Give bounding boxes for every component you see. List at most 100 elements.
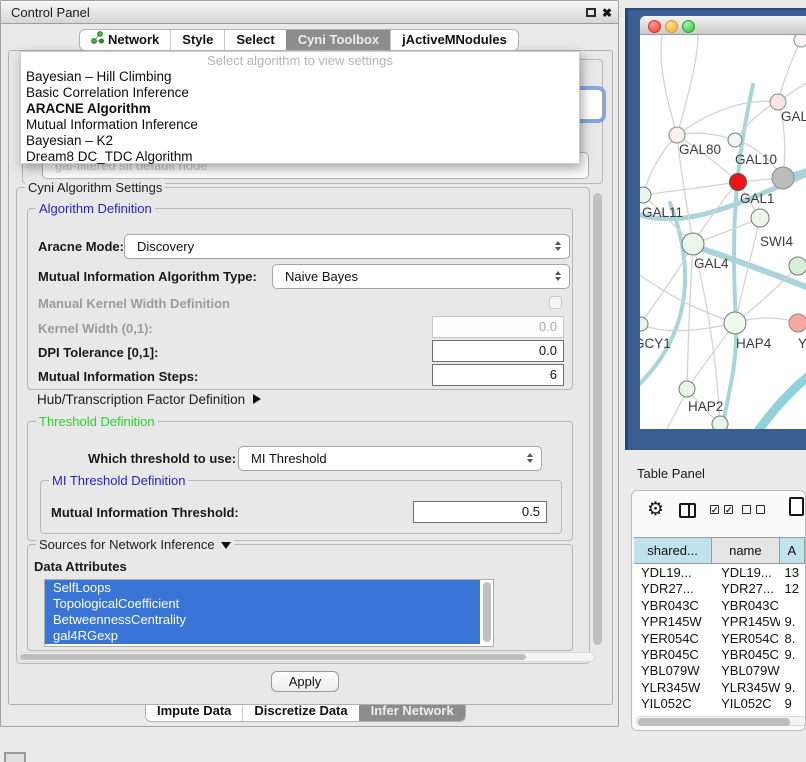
float-window-icon[interactable] — [586, 8, 596, 17]
network-node-gal[interactable] — [770, 94, 786, 110]
aracne-mode-combobox[interactable]: Discovery — [124, 234, 570, 259]
table-cell[interactable]: 12 — [780, 581, 805, 597]
hub-definition-expander[interactable]: Hub/Transcription Factor Definition — [37, 391, 261, 409]
gear-icon[interactable]: ⚙ — [647, 499, 664, 521]
dropdown-item[interactable]: Bayesian – Hill Climbing — [21, 69, 579, 85]
select-all-checkbox-icon[interactable]: ✓ — [710, 505, 719, 514]
network-edge[interactable] — [677, 35, 698, 135]
table-cell[interactable]: YLR345W — [634, 680, 712, 696]
table-cell[interactable]: YBR045C — [634, 647, 712, 663]
apply-button[interactable]: Apply — [271, 671, 339, 692]
dropdown-item[interactable]: Mutual Information Inference — [21, 117, 579, 133]
network-edge[interactable] — [677, 101, 778, 135]
dropdown-item[interactable]: Bayesian – K2 — [21, 133, 579, 149]
zoom-traffic-light[interactable] — [682, 20, 695, 33]
tab-style[interactable]: Style — [170, 30, 224, 50]
table-cell[interactable]: 9. — [780, 614, 805, 630]
table-row[interactable]: YBL079WYBL079W — [634, 663, 805, 679]
table-row[interactable]: YBR045CYBR045C9. — [634, 647, 805, 663]
attribute-item[interactable]: BetweennessCentrality — [45, 612, 480, 628]
table-cell[interactable]: YDL19... — [634, 565, 712, 581]
mi-threshold-field[interactable]: 0.5 — [413, 501, 547, 523]
table-cell[interactable] — [780, 663, 805, 679]
sources-group-title[interactable]: Sources for Network Inference — [36, 537, 234, 552]
network-node-hap4[interactable] — [724, 312, 746, 334]
network-node[interactable] — [794, 35, 806, 47]
column-header-cut[interactable]: A — [780, 538, 805, 563]
table-cell[interactable]: YER054C — [634, 631, 712, 647]
network-node[interactable] — [772, 167, 794, 189]
table-row[interactable]: YPR145WYPR145W9. — [634, 614, 805, 630]
table-cell[interactable]: YBL079W — [712, 663, 779, 679]
network-window-titlebar[interactable] — [640, 16, 806, 35]
table-cell[interactable]: 9. — [780, 680, 805, 696]
document-icon[interactable] — [789, 497, 804, 516]
table-cell[interactable]: YPR145W — [634, 614, 712, 630]
table-cell[interactable]: YDR27... — [634, 581, 712, 597]
network-node-gal11[interactable] — [640, 187, 651, 203]
table-row[interactable]: YLR345WYLR345W9. — [634, 680, 805, 696]
network-node-y[interactable] — [789, 314, 806, 332]
table-cell[interactable]: YDR27... — [712, 581, 779, 597]
list-vertical-scrollbar[interactable] — [483, 582, 491, 642]
network-node-swi4[interactable] — [751, 209, 769, 227]
settings-vertical-scrollbar[interactable] — [593, 193, 602, 645]
dropdown-item[interactable]: Basic Correlation Inference — [21, 85, 579, 101]
table-cell[interactable]: 9. — [780, 647, 805, 663]
table-row[interactable]: YDR27...YDR27...12 — [634, 581, 805, 597]
network-edge[interactable] — [778, 40, 801, 102]
network-edge[interactable] — [687, 244, 693, 389]
settings-horizontal-scrollbar[interactable] — [18, 652, 595, 662]
deselect-checkbox-icon[interactable] — [742, 505, 751, 514]
columns-icon[interactable] — [679, 503, 696, 518]
deselect-checkbox-icon[interactable] — [756, 505, 765, 514]
dpi-tolerance-field[interactable]: 0.0 — [432, 340, 564, 362]
network-node-gal10[interactable] — [728, 133, 742, 147]
network-edge[interactable] — [661, 35, 677, 135]
column-header-name[interactable]: name — [712, 538, 779, 563]
column-header-shared-name[interactable]: shared... — [634, 538, 712, 563]
control-panel-titlebar[interactable]: Control Panel ✖ — [1, 1, 618, 24]
network-edge[interactable] — [758, 371, 806, 429]
tab-select[interactable]: Select — [224, 30, 285, 50]
attribute-item[interactable]: gal4RGexp — [45, 628, 480, 644]
network-node-gal1[interactable] — [730, 174, 747, 191]
table-cell[interactable]: YBR045C — [712, 647, 779, 663]
table-cell[interactable]: YBL079W — [634, 663, 712, 679]
close-icon[interactable]: ✖ — [602, 4, 612, 22]
network-node-gal80[interactable] — [669, 127, 685, 143]
table-row[interactable]: YBR043CYBR043C — [634, 598, 805, 614]
network-node-hap2[interactable] — [679, 381, 695, 397]
dropdown-item-aracne[interactable]: ARACNE Algorithm — [21, 101, 579, 117]
table-cell[interactable] — [780, 598, 805, 614]
scrollbar-thumb[interactable] — [638, 718, 790, 726]
table-row[interactable]: YIL052CYIL052C9 — [634, 696, 805, 712]
table-cell[interactable]: YLR345W — [712, 680, 779, 696]
table-cell[interactable]: YIL052C — [712, 696, 779, 712]
table-cell[interactable]: 9 — [780, 696, 805, 712]
table-cell[interactable]: YDL19... — [712, 565, 779, 581]
network-edge[interactable] — [693, 244, 720, 424]
network-node[interactable] — [789, 257, 806, 275]
dropdown-item[interactable]: Dream8 DC_TDC Algorithm — [21, 149, 579, 165]
network-node-gal4[interactable] — [682, 233, 704, 255]
data-attributes-list[interactable]: SelfLoops TopologicalCoefficient Between… — [44, 579, 494, 647]
attribute-item[interactable]: TopologicalCoefficient — [45, 596, 480, 612]
network-canvas[interactable]: GALGAL80GAL10GAL1GAL11SWI4GAL4GCY1HAP4YH… — [640, 35, 806, 429]
table-cell[interactable]: 8. — [780, 631, 805, 647]
scrollbar-thumb[interactable] — [20, 654, 526, 660]
network-edge[interactable] — [640, 203, 685, 391]
select-all-checkbox-icon[interactable]: ✓ — [724, 505, 733, 514]
network-edge[interactable] — [643, 182, 738, 195]
minimize-traffic-light[interactable] — [665, 20, 678, 33]
table-cell[interactable]: YPR145W — [712, 614, 779, 630]
table-cell[interactable]: 13 — [780, 565, 805, 581]
network-edge[interactable] — [677, 133, 735, 140]
network-node-gcy1[interactable] — [640, 317, 648, 331]
table-horizontal-scrollbar[interactable] — [636, 716, 806, 726]
table-cell[interactable]: YBR043C — [712, 598, 779, 614]
network-edge[interactable] — [640, 275, 735, 323]
tab-network[interactable]: Network — [80, 30, 170, 50]
attribute-item[interactable]: SelfLoops — [45, 580, 480, 596]
which-threshold-combobox[interactable]: MI Threshold — [238, 446, 542, 471]
